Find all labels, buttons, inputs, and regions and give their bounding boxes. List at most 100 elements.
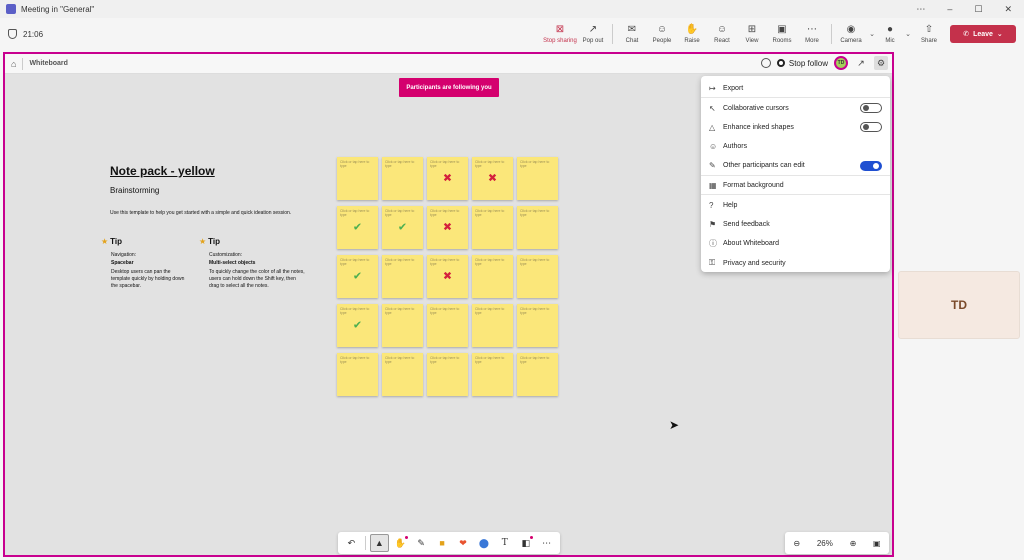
sticky-note[interactable]: Click or tap here to type ✖ <box>472 157 513 200</box>
menu-item-format-background[interactable]: ▦ Format background <box>701 176 890 196</box>
leave-button[interactable]: ✆ Leave ⌄ <box>950 25 1016 43</box>
share-button[interactable]: ⇧ Share <box>914 24 944 45</box>
sticky-note[interactable]: Click or tap here to type <box>337 353 378 396</box>
menu-item-export[interactable]: ↦ Export <box>701 79 890 99</box>
camera-button[interactable]: ◉ Camera <box>836 24 866 45</box>
sticky-placeholder: Click or tap here to type <box>475 209 505 218</box>
rooms-button[interactable]: ▣ Rooms <box>767 24 797 45</box>
view-button[interactable]: ⊞ View <box>737 24 767 45</box>
stop-follow-button[interactable]: Stop follow <box>776 58 828 68</box>
share-link-icon[interactable]: ↗ <box>854 56 868 70</box>
sticky-note[interactable]: Click or tap here to type <box>517 353 558 396</box>
sticky-note[interactable]: Click or tap here to type <box>382 157 423 200</box>
following-banner: Participants are following you <box>399 78 499 97</box>
timer-icon[interactable] <box>760 58 771 68</box>
sticky-note[interactable]: Click or tap here to type <box>517 304 558 347</box>
whiteboard-header-actions: Stop follow TD ↗ ⚙ <box>760 56 888 70</box>
tip-customization: ★ Tip Customization: Multi-select objects… <box>199 237 307 290</box>
menu-item-send-feedback[interactable]: ⚑ Send feedback <box>701 215 890 234</box>
toggle-switch[interactable] <box>860 122 882 133</box>
tip-text: Desktop users can pan the template quick… <box>111 269 185 289</box>
feedback-icon: ⚑ <box>709 219 717 229</box>
sticky-placeholder: Click or tap here to type <box>430 209 460 218</box>
sticky-note[interactable]: Click or tap here to type <box>382 304 423 347</box>
toggle-switch[interactable] <box>860 160 882 171</box>
menu-item-label: Authors <box>723 143 748 151</box>
sticky-note[interactable]: Click or tap here to type <box>382 353 423 396</box>
menu-item-help[interactable]: ? Help <box>701 195 890 214</box>
people-button[interactable]: ☺ People <box>647 24 677 45</box>
menu-item-other-participants-can-edit[interactable]: ✎ Other participants can edit <box>701 157 890 176</box>
sticky-note[interactable]: Click or tap here to type <box>337 157 378 200</box>
sticky-note[interactable]: Click or tap here to type ✖ <box>427 206 468 249</box>
minimize-icon[interactable]: – <box>947 4 952 15</box>
sticky-note[interactable]: Click or tap here to type <box>427 304 468 347</box>
tip-title: ★ Tip <box>101 237 123 246</box>
select-tool-icon[interactable]: ▲ <box>369 534 389 552</box>
maximize-icon[interactable]: ☐ <box>974 4 982 15</box>
pop-out-button[interactable]: ↗ Pop out <box>578 24 608 45</box>
zoom-out-icon[interactable]: ⊖ <box>793 539 800 548</box>
sticky-note[interactable]: Click or tap here to type <box>472 304 513 347</box>
tool-label: Chat <box>625 38 639 44</box>
chat-button[interactable]: ✉ Chat <box>617 24 647 45</box>
zoom-in-icon[interactable]: ⊕ <box>850 539 857 548</box>
avatar[interactable]: TD <box>834 56 848 70</box>
text-tool-icon[interactable]: T <box>495 534 514 552</box>
mic-options-chevron-icon[interactable]: ⌄ <box>902 30 914 38</box>
sticky-note[interactable]: Click or tap here to type ✔ <box>337 255 378 298</box>
tool-label: Raise <box>684 38 700 44</box>
sticky-note[interactable]: Click or tap here to type ✖ <box>427 157 468 200</box>
react-icon: ☺ <box>716 24 728 35</box>
sticky-note[interactable]: Click or tap here to type <box>472 255 513 298</box>
sticky-note-icon[interactable]: ■ <box>433 534 452 552</box>
pen-icon[interactable]: ✎ <box>412 534 431 552</box>
check-mark-icon: ✔ <box>397 221 408 234</box>
templates-icon[interactable]: ◧ <box>516 534 535 552</box>
home-icon[interactable]: ⌂ <box>11 59 16 69</box>
settings-gear-icon[interactable]: ⚙ <box>874 56 888 70</box>
undo-icon[interactable]: ↶ <box>342 534 361 552</box>
sticky-note[interactable]: Click or tap here to type <box>472 206 513 249</box>
sticky-note[interactable]: Click or tap here to type <box>427 353 468 396</box>
more-tools-icon[interactable]: ⋯ <box>537 534 556 552</box>
stop-sharing-button[interactable]: ⊠ Stop sharing <box>542 24 578 45</box>
help-icon: ? <box>709 200 714 210</box>
sticky-note[interactable]: Click or tap here to type <box>517 157 558 200</box>
sticky-note[interactable]: Click or tap here to type <box>472 353 513 396</box>
pan-hand-icon[interactable]: ✋ <box>391 534 410 552</box>
sticky-note[interactable]: Click or tap here to type ✔ <box>337 206 378 249</box>
camera-icon: ◉ <box>846 24 856 35</box>
sticky-note[interactable]: Click or tap here to type <box>517 206 558 249</box>
toggle-switch[interactable] <box>860 103 882 114</box>
menu-item-authors[interactable]: ☺ Authors <box>701 137 890 156</box>
sticky-placeholder: Click or tap here to type <box>340 209 370 218</box>
mic-button[interactable]: ● Mic <box>878 24 902 45</box>
divider <box>364 536 366 550</box>
more-button[interactable]: ⋯ More <box>797 24 827 45</box>
menu-item-about-whiteboard[interactable]: ⓘ About Whiteboard <box>701 234 890 253</box>
camera-options-chevron-icon[interactable]: ⌄ <box>866 30 878 38</box>
menu-item-collaborative-cursors[interactable]: ↖ Collaborative cursors <box>701 98 890 117</box>
sticky-note[interactable]: Click or tap here to type ✖ <box>427 255 468 298</box>
raise-button[interactable]: ✋ Raise <box>677 24 707 45</box>
window-more-icon[interactable]: ⋯ <box>916 4 925 15</box>
sticky-note[interactable]: Click or tap here to type ✔ <box>382 206 423 249</box>
sticky-note[interactable]: Click or tap here to type <box>517 255 558 298</box>
tip-title: ★ Tip <box>199 237 221 246</box>
shield-icon <box>8 29 17 39</box>
sticky-note[interactable]: Click or tap here to type ✔ <box>337 304 378 347</box>
stop-follow-label: Stop follow <box>788 58 828 68</box>
menu-item-privacy-and-security[interactable]: ⚿ Privacy and security <box>701 254 890 273</box>
close-icon[interactable]: ✕ <box>1004 4 1012 15</box>
tip-navigation: ★ Tip Navigation: Spacebar Desktop users … <box>101 237 185 290</box>
template-title: Note pack - yellow <box>110 164 215 178</box>
menu-item-enhance-inked-shapes[interactable]: △ Enhance inked shapes <box>701 118 890 137</box>
participant-tile[interactable]: TD <box>898 271 1020 339</box>
fit-to-screen-icon[interactable]: ▣ <box>873 539 881 548</box>
reactions-heart-icon[interactable]: ❤ <box>454 534 473 552</box>
react-button[interactable]: ☺ React <box>707 24 737 45</box>
shapes-circle-icon[interactable]: ⬤ <box>474 534 493 552</box>
check-mark-icon: ✔ <box>352 319 363 332</box>
sticky-note[interactable]: Click or tap here to type <box>382 255 423 298</box>
